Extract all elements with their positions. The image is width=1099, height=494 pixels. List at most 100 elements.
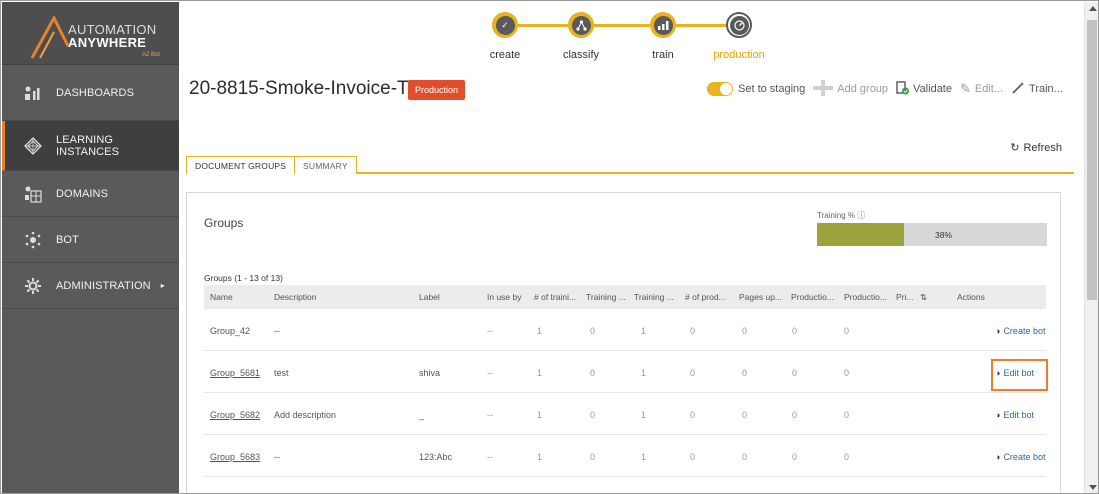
add-group-button[interactable]: Add group	[813, 79, 888, 99]
gauge-icon	[729, 15, 749, 35]
group-description: --	[274, 326, 280, 336]
logo-line-3: A2 Bot	[142, 52, 161, 58]
group-description: Add description	[274, 410, 337, 420]
learning-instances-icon	[24, 136, 42, 155]
sidebar: AUTOMATION ANYWHERE A2 Bot DASHBOARDS LE…	[2, 2, 179, 493]
table-row[interactable]: Group_5681 test shiva -- 1 0 1 0 0 0 0 ◑ Edit bot	[204, 351, 1048, 393]
column-header[interactable]: Training ...	[634, 292, 674, 302]
table-cell: 1	[537, 368, 543, 378]
table-cell: --	[487, 452, 493, 462]
table-cell: 0	[792, 410, 798, 420]
table-cell: 1	[641, 368, 647, 378]
administration-icon	[24, 277, 42, 295]
environment-badge: Production	[408, 80, 466, 100]
tab-bar: DOCUMENT GROUPS SUMMARY	[186, 156, 1074, 174]
toggle-switch[interactable]	[707, 82, 733, 96]
step-create[interactable]: ✓	[492, 12, 518, 38]
groups-heading: Groups	[204, 216, 244, 230]
training-progress-fill	[817, 223, 905, 246]
tab-summary[interactable]: SUMMARY	[294, 156, 357, 174]
sidebar-item-label: LEARNING INSTANCES	[56, 133, 120, 158]
bot-icon	[24, 231, 42, 249]
column-header[interactable]: Name	[210, 292, 233, 302]
group-name-link[interactable]: Group_5682	[210, 410, 260, 420]
step-label-create: create	[489, 49, 521, 61]
scroll-thumb[interactable]	[1087, 20, 1097, 300]
edit-bot-button[interactable]: ◑ Edit bot	[995, 410, 1034, 420]
sidebar-item-label: ADMINISTRATION	[56, 279, 151, 292]
sidebar-item-learning-instances[interactable]: LEARNING INSTANCES	[2, 121, 179, 171]
stepper-line	[510, 24, 750, 27]
bot-action-icon: ◑	[995, 326, 1001, 336]
edit-button[interactable]: ✎ Edit...	[960, 81, 1003, 97]
column-header[interactable]: Pri...	[896, 292, 913, 302]
sidebar-item-bot[interactable]: BOT	[2, 217, 179, 263]
sort-icon[interactable]: ⇅	[920, 292, 927, 303]
validate-label: Validate	[913, 83, 952, 95]
dashboard-icon	[24, 84, 42, 102]
column-header[interactable]: Label	[419, 292, 440, 302]
validate-button[interactable]: Validate	[896, 80, 952, 98]
group-name-link[interactable]: Group_5681	[210, 368, 260, 378]
table-cell: 1	[641, 410, 647, 420]
table-cell: 0	[690, 410, 696, 420]
column-header[interactable]: Productio...	[844, 292, 887, 302]
vertical-scrollbar[interactable]	[1084, 2, 1098, 493]
table-cell: 1	[537, 326, 543, 336]
table-cell: 0	[844, 452, 850, 462]
table-cell: 0	[590, 368, 596, 378]
scroll-up-arrow-icon[interactable]	[1089, 6, 1097, 11]
table-cell: 0	[844, 326, 850, 336]
sidebar-item-administration[interactable]: ADMINISTRATION ▸	[2, 263, 179, 309]
pencil-icon: ✎	[959, 81, 971, 96]
page-title: 20-8815-Smoke-Invoice-T4	[189, 78, 420, 99]
sidebar-item-label: BOT	[56, 233, 79, 246]
toolbar: Set to staging Add group Validate ✎ Edit…	[707, 79, 1071, 99]
table-cell: 0	[742, 452, 748, 462]
bot-action-icon: ◑	[995, 410, 1001, 420]
column-header[interactable]: In use by	[487, 292, 522, 302]
groups-count: Groups (1 - 13 of 13)	[204, 273, 283, 283]
refresh-button[interactable]: ↻ Refresh	[1010, 141, 1062, 154]
check-icon: ✓	[495, 15, 515, 35]
domains-icon	[24, 185, 42, 203]
sidebar-item-domains[interactable]: DOMAINS	[2, 171, 179, 217]
table-row[interactable]: Group_42 -- -- 1 0 1 0 0 0 0 ◑ Create bot	[204, 309, 1046, 351]
table-cell: 0	[690, 368, 696, 378]
sidebar-item-dashboards[interactable]: DASHBOARDS	[2, 65, 179, 121]
column-header[interactable]: Pages up...	[739, 292, 782, 302]
group-name-link: Group_42	[210, 326, 251, 336]
highlight-box	[991, 359, 1048, 391]
step-train[interactable]	[650, 12, 676, 38]
create-bot-button[interactable]: ◑ Create bot	[995, 452, 1045, 462]
create-bot-button[interactable]: ◑ Create bot	[995, 326, 1045, 336]
main-content: ✓ create classify train production 20-88…	[179, 2, 1084, 493]
column-header[interactable]: # of prod...	[685, 292, 726, 302]
chevron-right-icon: ▸	[160, 281, 165, 290]
step-production[interactable]	[726, 12, 752, 38]
group-label: 123:Abc	[419, 452, 453, 462]
column-header[interactable]: # of traini...	[534, 292, 576, 302]
table-cell: 0	[792, 368, 798, 378]
classify-icon	[571, 15, 591, 35]
train-label: Train...	[1029, 83, 1063, 95]
set-to-staging-toggle[interactable]: Set to staging	[707, 82, 805, 96]
group-name-link[interactable]: Group_5683	[210, 452, 260, 462]
table-row[interactable]: Group_5682 Add description _ -- 1 0 1 0 0 0 0 ◑ Edit…	[204, 393, 1046, 435]
column-header[interactable]: Training ...	[586, 292, 626, 302]
group-description: test	[274, 368, 289, 378]
logo[interactable]: AUTOMATION ANYWHERE A2 Bot	[2, 2, 179, 65]
column-header[interactable]: Description	[274, 292, 317, 302]
bot-action-label: Create bot	[1003, 326, 1046, 336]
sidebar-item-label: DASHBOARDS	[56, 86, 135, 99]
table-cell: 0	[792, 452, 798, 462]
step-label-train: train	[652, 49, 674, 61]
table-cell: 0	[590, 410, 596, 420]
step-classify[interactable]	[568, 12, 594, 38]
column-header[interactable]: Productio...	[791, 292, 834, 302]
scroll-down-arrow-icon[interactable]	[1089, 485, 1097, 490]
table-row[interactable]: Group_5683 -- 123:Abc -- 1 0 1 0 0 0 0 ◑ Create bot	[204, 435, 1046, 477]
tab-document-groups[interactable]: DOCUMENT GROUPS	[186, 156, 296, 174]
group-label: _	[419, 410, 425, 420]
train-button[interactable]: Train...	[1011, 81, 1063, 98]
